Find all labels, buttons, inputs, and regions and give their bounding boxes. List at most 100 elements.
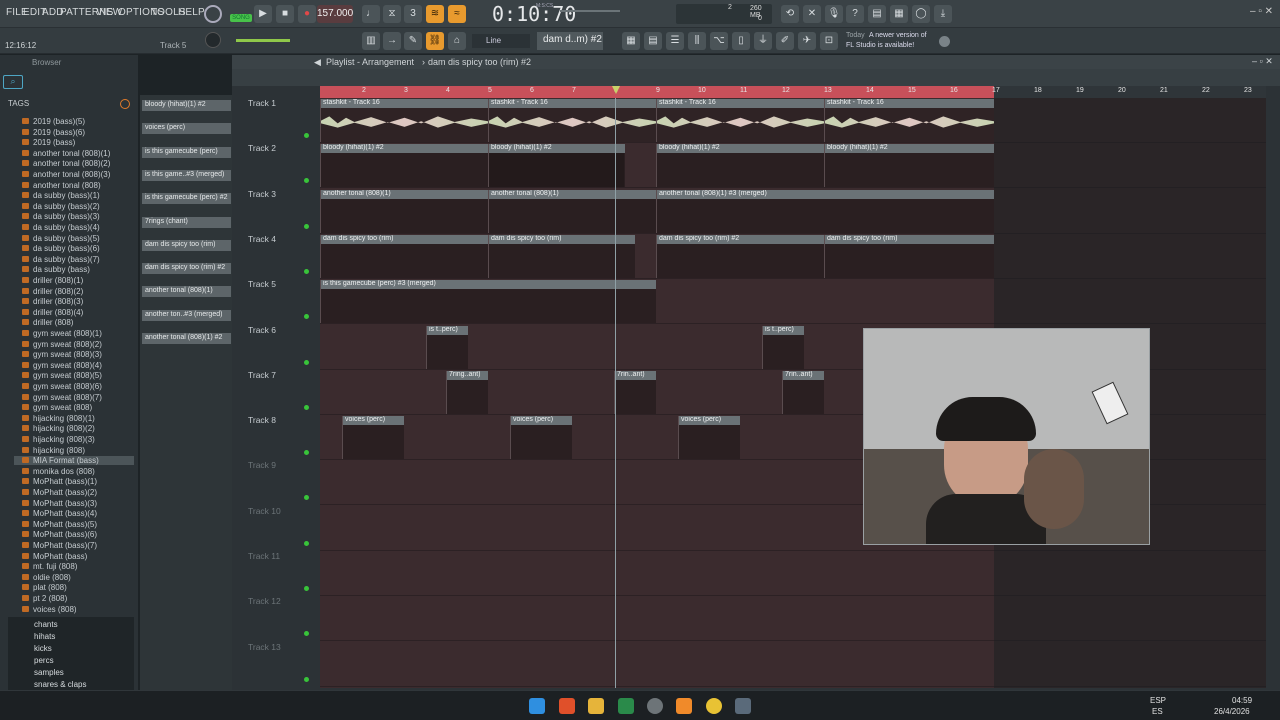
pattern-clip[interactable]: voices (perc) (678, 416, 740, 460)
obs-icon[interactable] (647, 698, 663, 714)
tree-icon[interactable]: ⌥ (710, 32, 728, 50)
undo-icon[interactable]: ⟲ (781, 5, 799, 23)
browser-item[interactable]: driller (808)(3) (22, 297, 83, 306)
category-percs[interactable]: percs (34, 656, 54, 665)
browser-item[interactable]: gym sweat (808) (22, 403, 92, 412)
mic-icon[interactable]: 🎙 (825, 5, 843, 23)
pattern-item[interactable]: 7rings (chant) (142, 216, 231, 228)
playlist-back-icon[interactable]: ◀ (314, 57, 321, 68)
paint-icon[interactable]: ✈ (798, 32, 816, 50)
tempo-display[interactable]: 157.000 (317, 5, 353, 23)
browser-item[interactable]: MoPhatt (bass)(6) (22, 530, 97, 539)
record-icon[interactable]: ● (298, 5, 316, 23)
help-icon[interactable]: ? (846, 5, 864, 23)
stop-icon[interactable]: ■ (276, 5, 294, 23)
browser-item[interactable]: oldie (808) (22, 573, 71, 582)
browser-item[interactable]: driller (808)(4) (22, 308, 83, 317)
track-name[interactable]: Track 6 (248, 325, 276, 335)
master-volume-bar[interactable] (236, 39, 290, 42)
pattern-item[interactable]: is this game..#3 (merged) (142, 169, 231, 181)
step-edit-icon[interactable]: ≈ (448, 5, 466, 23)
track-name[interactable]: Track 9 (248, 460, 276, 470)
browser-item[interactable]: 2019 (bass)(6) (22, 128, 85, 137)
pattern-clip[interactable]: 7rin..ant) (614, 370, 656, 414)
window-controls[interactable]: – ▫ ✕ (1250, 6, 1273, 17)
mixer-icon[interactable]: ⫼ (688, 32, 706, 50)
category-hihats[interactable]: hihats (34, 632, 55, 641)
pattern-item[interactable]: another tonal (808)(1) (142, 286, 231, 298)
pattern-clip[interactable]: dam dis spicy too (rim) (824, 234, 994, 278)
browser-item[interactable]: da subby (bass)(7) (22, 255, 100, 264)
stamp-icon[interactable]: ⌂ (448, 32, 466, 50)
settings-icon[interactable] (735, 698, 751, 714)
chrome-icon[interactable] (706, 698, 722, 714)
track-name[interactable]: Track 1 (248, 98, 276, 108)
browser-item[interactable]: MoPhatt (bass)(1) (22, 477, 97, 486)
track-mute-led[interactable] (304, 676, 309, 682)
pattern-clip[interactable]: 7ring..ant) (446, 370, 488, 414)
browser-item[interactable]: gym sweat (808)(5) (22, 371, 102, 380)
browser-item[interactable]: da subby (bass)(3) (22, 212, 100, 221)
category-kicks[interactable]: kicks (34, 644, 52, 653)
folder-icon[interactable] (588, 698, 604, 714)
pattern-clip[interactable]: stashkit - Track 16 (320, 99, 488, 142)
clock-time[interactable]: 04:59 (1232, 696, 1252, 705)
play-icon[interactable]: ▶ (254, 5, 272, 23)
track-mute-led[interactable] (304, 404, 309, 410)
clock-date[interactable]: 26/4/2026 (1214, 707, 1250, 716)
track-name[interactable]: Track 2 (248, 143, 276, 153)
wait-icon[interactable]: ⧖ (383, 5, 401, 23)
browser-item[interactable]: another tonal (808)(1) (22, 149, 110, 158)
save-icon[interactable]: ▤ (868, 5, 886, 23)
pattern-clip[interactable]: stashkit - Track 16 (656, 99, 824, 142)
track-name[interactable]: Track 10 (248, 506, 281, 516)
browser-item[interactable]: gym sweat (808)(3) (22, 350, 102, 359)
news-text-2[interactable]: FL Studio is available! (846, 42, 914, 49)
link-icon[interactable]: ⛓ (426, 32, 444, 50)
category-snares-claps[interactable]: snares & claps (34, 680, 86, 689)
browser-item[interactable]: hijacking (808)(2) (22, 424, 95, 433)
browser-item[interactable]: MoPhatt (bass) (22, 552, 87, 561)
fl-studio-icon[interactable] (676, 698, 692, 714)
browser-item[interactable]: da subby (bass)(6) (22, 244, 100, 253)
browser-item[interactable]: gym sweat (808)(2) (22, 340, 102, 349)
browser-item[interactable]: da subby (bass)(1) (22, 191, 100, 200)
app-icon[interactable] (618, 698, 634, 714)
pattern-clip[interactable]: bloody (hihat)(1) #2 (656, 144, 824, 188)
pattern-clip[interactable]: another tonal (808)(1) (488, 189, 656, 233)
browser-item[interactable]: MoPhatt (bass)(2) (22, 488, 97, 497)
track-mute-led[interactable] (304, 359, 309, 365)
file-icon[interactable]: ▯ (732, 32, 750, 50)
track-name[interactable]: Track 4 (248, 234, 276, 244)
pattern-clip[interactable]: is t..perc) (762, 325, 804, 369)
news-gear-icon[interactable] (939, 36, 950, 47)
start-icon[interactable] (529, 698, 545, 714)
browser-item[interactable]: 2019 (bass) (22, 138, 75, 147)
browser-item[interactable]: hijacking (808)(3) (22, 435, 95, 444)
browser-item[interactable]: driller (808)(2) (22, 287, 83, 296)
mixer-tools-icon[interactable]: ✕ (803, 5, 821, 23)
browser-item[interactable]: driller (808) (22, 318, 73, 327)
browser-item[interactable]: MoPhatt (bass)(5) (22, 520, 97, 529)
browser-filter-icon[interactable] (120, 99, 130, 109)
browser-item[interactable]: mt. fuji (808) (22, 562, 77, 571)
pattern-clip[interactable]: stashkit - Track 16 (824, 99, 994, 142)
browser-item[interactable]: another tonal (808)(2) (22, 159, 110, 168)
track-name[interactable]: Track 3 (248, 189, 276, 199)
browser-item[interactable]: da subby (bass) (22, 265, 90, 274)
browser-item[interactable]: 2019 (bass)(5) (22, 117, 85, 126)
browser-item[interactable]: pt 2 (808) (22, 594, 67, 603)
timeline-ruler[interactable]: 234567891011121314151617181920212223 (320, 86, 1266, 98)
browser-item[interactable]: da subby (bass)(5) (22, 234, 100, 243)
channel-rack-icon[interactable]: ▤ (644, 32, 662, 50)
pattern-item[interactable]: bloody (hihat)(1) #2 (142, 100, 231, 111)
browser-item[interactable]: plat (808) (22, 583, 67, 592)
browser-item[interactable]: da subby (bass)(2) (22, 202, 100, 211)
lang-2[interactable]: ES (1152, 707, 1163, 716)
browser-item[interactable]: driller (808)(1) (22, 276, 83, 285)
category-samples[interactable]: samples (34, 668, 64, 677)
menu-help[interactable]: HELP (178, 7, 205, 18)
pattern-clip[interactable]: is t..perc) (426, 325, 468, 369)
pattern-clip[interactable]: bloody (hihat)(1) #2 (824, 144, 994, 188)
snap-select[interactable]: Line (472, 34, 530, 48)
